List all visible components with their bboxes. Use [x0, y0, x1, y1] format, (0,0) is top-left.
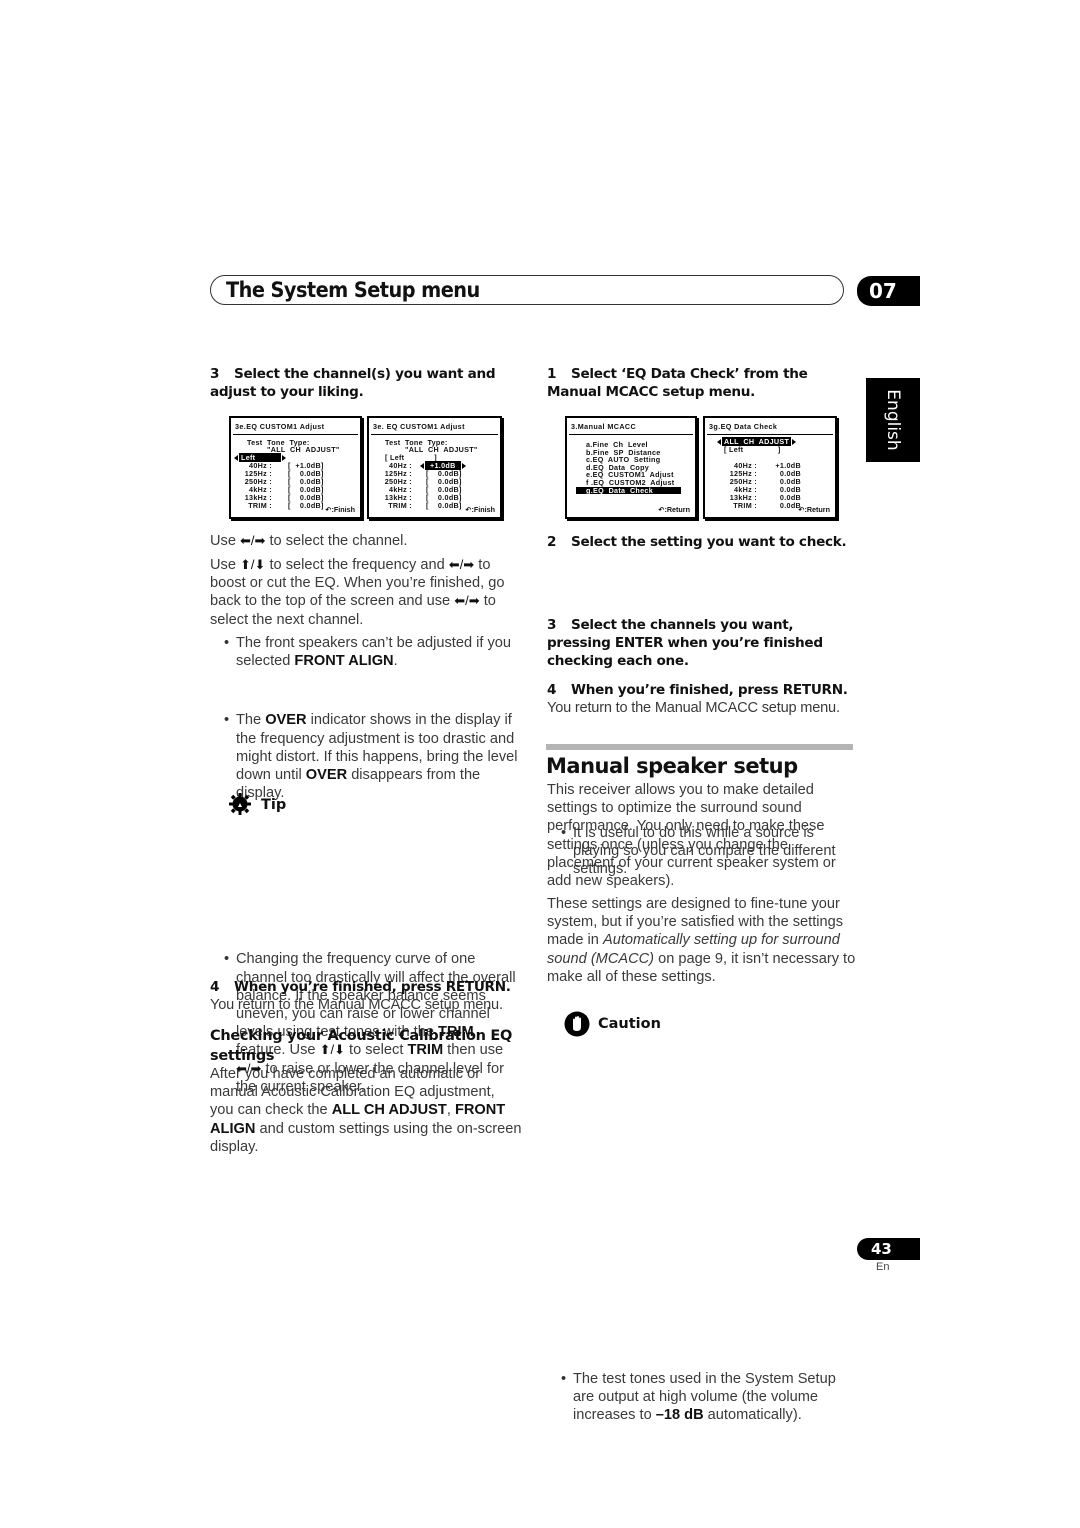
page-number: 43 [857, 1238, 920, 1260]
left-step-3: 3 Select the channel(s) you want and adju… [210, 365, 510, 401]
language-tab: English [866, 378, 920, 462]
left-right-arrows-icon: ⬅/➡ [454, 593, 480, 609]
screen-title-rule [371, 434, 498, 435]
screen-footer: ↶:Finish [325, 505, 355, 515]
manual-speaker-paragraph-2: These settings are designed to fine-tune… [547, 896, 856, 985]
right-step-4-body: You return to the Manual MCACC setup men… [547, 700, 840, 716]
eq-frequency-label: TRIM : [733, 501, 757, 510]
right-step-1: 1 Select ‘EQ Data Check’ from the Manual … [547, 366, 808, 400]
right-step-4: 4 When you’re finished, press RETURN. [547, 682, 848, 698]
chapter-number: 07 [857, 276, 920, 306]
caution-hand-icon [564, 1011, 590, 1037]
osd-screen-eq-custom1-frequency: 3e. EQ CUSTOM1 Adjust Test Tone Type: "A… [367, 416, 502, 519]
screen-title: 3.Manual MCACC [571, 422, 637, 431]
bullet-over-indicator: The OVER indicator shows in the display … [210, 711, 520, 802]
eq-frequency-label: TRIM : [388, 501, 412, 510]
step-text: Select the channel(s) you want and adjus… [210, 366, 496, 400]
arrow-right-icon [282, 455, 287, 462]
screen-footer: ↶:Finish [465, 505, 495, 515]
frequency-instructions-paragraph: Use ⬆/⬇ to select the frequency and ⬅/➡ … [210, 557, 505, 628]
manual-speaker-paragraph-1: This receiver allows you to make detaile… [547, 782, 836, 890]
page-title: The System Setup menu [226, 278, 480, 302]
screen-title: 3e.EQ CUSTOM1 Adjust [235, 422, 325, 431]
checking-eq-heading: Checking your Acoustic Calibration EQ se… [210, 1028, 513, 1064]
eq-value: [ 0.0dB] [288, 501, 324, 510]
arrow-left-icon [420, 463, 424, 470]
caution-label: Caution [598, 1016, 661, 1032]
channel-bracket: [ Left ] [724, 445, 781, 454]
screen-title: 3e. EQ CUSTOM1 Adjust [373, 422, 465, 431]
screen-title: 3g.EQ Data Check [709, 422, 778, 431]
osd-screen-manual-mcacc: 3.Manual MCACC a.Fine Ch Level b.Fine SP … [565, 416, 697, 519]
left-right-arrows-icon: ⬅/➡ [448, 557, 475, 572]
screen-title-rule [569, 434, 693, 435]
right-step-3: 3 Select the channels you want, pressing … [547, 617, 823, 669]
screen-title-rule [233, 434, 358, 435]
caution-text: The test tones used in the System Setup … [547, 1370, 857, 1425]
arrow-right-icon [792, 439, 797, 446]
bullet-front-align: The front speakers can’t be adjusted if … [210, 634, 520, 670]
left-right-arrows-icon: ⬅/➡ [240, 533, 266, 548]
tip-lightbulb-icon [228, 792, 252, 816]
screen-title-rule [707, 434, 833, 435]
section-divider [546, 744, 853, 750]
step-number: 3 [210, 366, 220, 382]
left-step-4-body: You return to the Manual MCACC setup men… [210, 997, 503, 1013]
eq-value: 0.0dB [779, 501, 801, 510]
screen-footer: ↶:Return [798, 505, 830, 515]
language-tab-label: English [883, 389, 903, 451]
eq-frequency-label: TRIM : [248, 501, 272, 510]
eq-value: [ 0.0dB] [426, 501, 462, 510]
use-left-right-paragraph: Use ⬅/➡ to select the channel. [210, 533, 408, 549]
arrow-left-icon [717, 439, 721, 446]
manual-speaker-setup-heading: Manual speaker setup [546, 754, 798, 778]
osd-screen-eq-data-check: 3g.EQ Data Check ALL CH ADJUST [ Left ] … [703, 416, 837, 519]
screen-footer: ↶:Return [658, 505, 690, 515]
checking-eq-paragraph: After you have completed an automatic or… [210, 1066, 522, 1155]
up-down-arrows-icon: ⬆/⬇ [240, 557, 266, 572]
arrow-right-icon [461, 463, 466, 470]
tip-label: Tip [261, 797, 287, 813]
right-step-2: 2 Select the setting you want to check. [547, 534, 847, 550]
left-step-4: 4 When you’re finished, press RETURN. [210, 979, 511, 995]
menu-item-selected: g.EQ Data Check [576, 486, 681, 495]
osd-screen-eq-custom1-channel: 3e.EQ CUSTOM1 Adjust Test Tone Type: "AL… [229, 416, 362, 519]
page-language: En [876, 1261, 890, 1273]
arrow-left-icon [234, 455, 238, 462]
